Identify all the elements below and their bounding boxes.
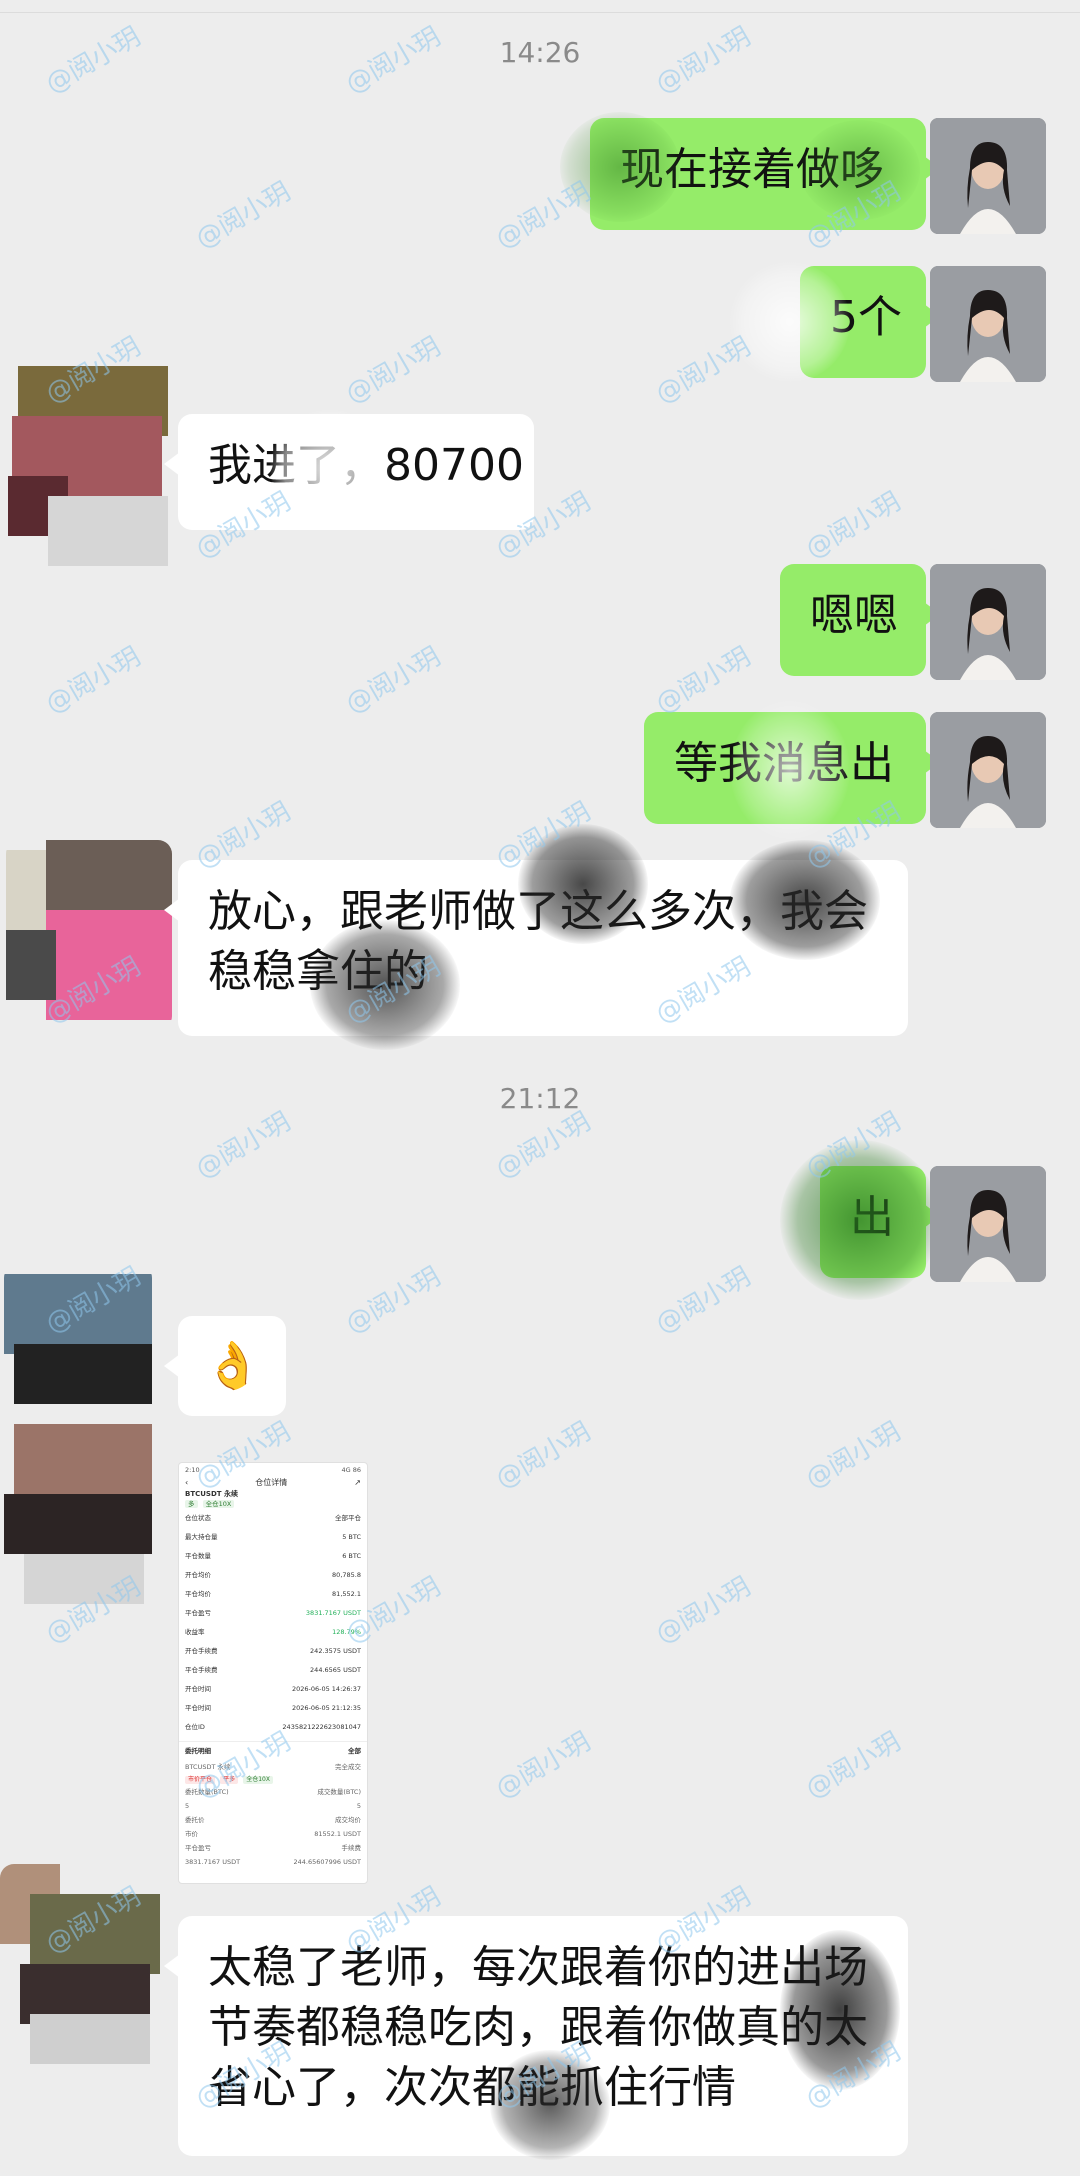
redaction-scribble: [730, 700, 850, 840]
detail-row: 平仓均价 81,552.1: [179, 1585, 367, 1604]
screenshot-title: 仓位详情: [255, 1478, 288, 1487]
detail-row: 收益率 128.79%: [179, 1623, 367, 1642]
tags: 多 全仓10X: [179, 1499, 367, 1509]
top-divider: [0, 12, 1080, 13]
row-label: 平仓时间: [185, 1704, 211, 1712]
row-label: 仓位ID: [185, 1723, 205, 1731]
self-avatar[interactable]: [930, 1166, 1046, 1282]
order-value: 成交均价: [335, 1816, 361, 1824]
detail-row: 平仓时间 2026-06-05 21:12:35: [179, 1699, 367, 1718]
row-label: 开仓手续费: [185, 1647, 218, 1655]
watermark: @阅小玥: [490, 1416, 596, 1495]
watermark: @阅小玥: [490, 1726, 596, 1805]
order-label: 平仓盈亏: [185, 1844, 211, 1852]
message-bubble-incoming[interactable]: 👌: [164, 1316, 286, 1416]
order-row: 市价 81552.1 USDT: [179, 1827, 367, 1841]
watermark: @阅小玥: [340, 641, 446, 720]
timestamp: 21:12: [499, 1082, 581, 1115]
watermark: @阅小玥: [650, 331, 756, 410]
section-right: 全部: [348, 1747, 361, 1755]
row-value: 5 BTC: [342, 1533, 361, 1541]
detail-row: 最大持仓量 5 BTC: [179, 1528, 367, 1547]
watermark: @阅小玥: [650, 1571, 756, 1650]
row-value: 2435821222623081047: [282, 1723, 361, 1731]
row-value: 80,785.8: [332, 1571, 361, 1579]
ok-hand-emoji: 👌: [204, 1338, 262, 1392]
row-value: 6 BTC: [342, 1552, 361, 1560]
order-row: 委托价 成交均价: [179, 1813, 367, 1827]
watermark: @阅小玥: [340, 331, 446, 410]
self-avatar[interactable]: [930, 266, 1046, 382]
timestamp: 14:26: [499, 36, 581, 69]
row-value: 81,552.1: [332, 1590, 361, 1598]
watermark: @阅小玥: [490, 176, 596, 255]
order-value: 成交数量(BTC): [317, 1788, 361, 1796]
detail-row: 开仓时间 2026-06-05 14:26:37: [179, 1680, 367, 1699]
order-value: 手续费: [341, 1844, 362, 1852]
row-label: 平仓盈亏: [185, 1609, 211, 1617]
watermark: @阅小玥: [340, 1261, 446, 1340]
watermark: @阅小玥: [650, 1261, 756, 1340]
order-value: 5: [356, 1802, 361, 1810]
section-title: 委托明细: [185, 1747, 211, 1755]
image-message-position-detail[interactable]: 2:10 4G 86 ‹ 仓位详情 ↗ BTCUSDT 永续 多 全仓10X 仓…: [178, 1462, 368, 1884]
watermark: @阅小玥: [800, 1726, 906, 1805]
row-label: 平仓均价: [185, 1590, 211, 1598]
detail-row: 平仓数量 6 BTC: [179, 1547, 367, 1566]
watermark: @阅小玥: [800, 486, 906, 565]
order-label: 委托价: [185, 1816, 205, 1824]
share-icon: ↗: [354, 1478, 361, 1487]
row-value: 242.3575 USDT: [310, 1647, 361, 1655]
order-label: 市价: [185, 1830, 198, 1838]
row-value: 2026-06-05 21:12:35: [291, 1704, 361, 1712]
row-label: 收益率: [185, 1628, 205, 1636]
order-row: 平仓盈亏 手续费: [179, 1841, 367, 1855]
order-label: 3831.7167 USDT: [185, 1858, 241, 1866]
watermark: @阅小玥: [190, 176, 296, 255]
tag: 多: [185, 1500, 198, 1508]
detail-row: 平仓手续费 244.6565 USDT: [179, 1661, 367, 1680]
order-status: 完全成交: [335, 1763, 361, 1771]
back-icon: ‹: [185, 1478, 189, 1487]
self-avatar[interactable]: [930, 118, 1046, 234]
row-value: 244.6565 USDT: [310, 1666, 361, 1674]
order-value: 81552.1 USDT: [314, 1830, 361, 1838]
tag: 全仓10X: [202, 1500, 235, 1508]
order-row: 3831.7167 USDT 244.65607996 USDT: [179, 1855, 367, 1869]
order-label: 5: [185, 1802, 190, 1810]
row-value: 2026-06-05 14:26:37: [291, 1685, 361, 1693]
message-bubble-outgoing[interactable]: 嗯嗯: [780, 564, 940, 676]
detail-row: 开仓均价 80,785.8: [179, 1566, 367, 1585]
watermark: @阅小玥: [800, 1416, 906, 1495]
redaction-scribble: [730, 262, 850, 382]
order-value: 244.65607996 USDT: [293, 1858, 361, 1866]
row-label: 平仓数量: [185, 1552, 211, 1560]
row-label: 仓位状态: [185, 1514, 211, 1522]
self-avatar[interactable]: [930, 712, 1046, 828]
watermark: @阅小玥: [40, 641, 146, 720]
row-value: 全部平仓: [335, 1514, 361, 1522]
status-right: 4G 86: [341, 1466, 361, 1474]
redaction-scribble: [730, 840, 880, 960]
row-label: 平仓手续费: [185, 1666, 218, 1674]
watermark: @阅小玥: [650, 641, 756, 720]
row-label: 开仓时间: [185, 1685, 211, 1693]
detail-rows: 仓位状态 全部平仓最大持仓量 5 BTC 平仓数量 6 BTC 开仓均价 80,785.8 平…: [179, 1509, 367, 1737]
row-label: 开仓均价: [185, 1571, 211, 1579]
detail-row: 仓位状态 全部平仓: [179, 1509, 367, 1528]
detail-row: 开仓手续费 242.3575 USDT: [179, 1642, 367, 1661]
row-label: 最大持仓量: [185, 1533, 218, 1541]
self-avatar[interactable]: [930, 564, 1046, 680]
